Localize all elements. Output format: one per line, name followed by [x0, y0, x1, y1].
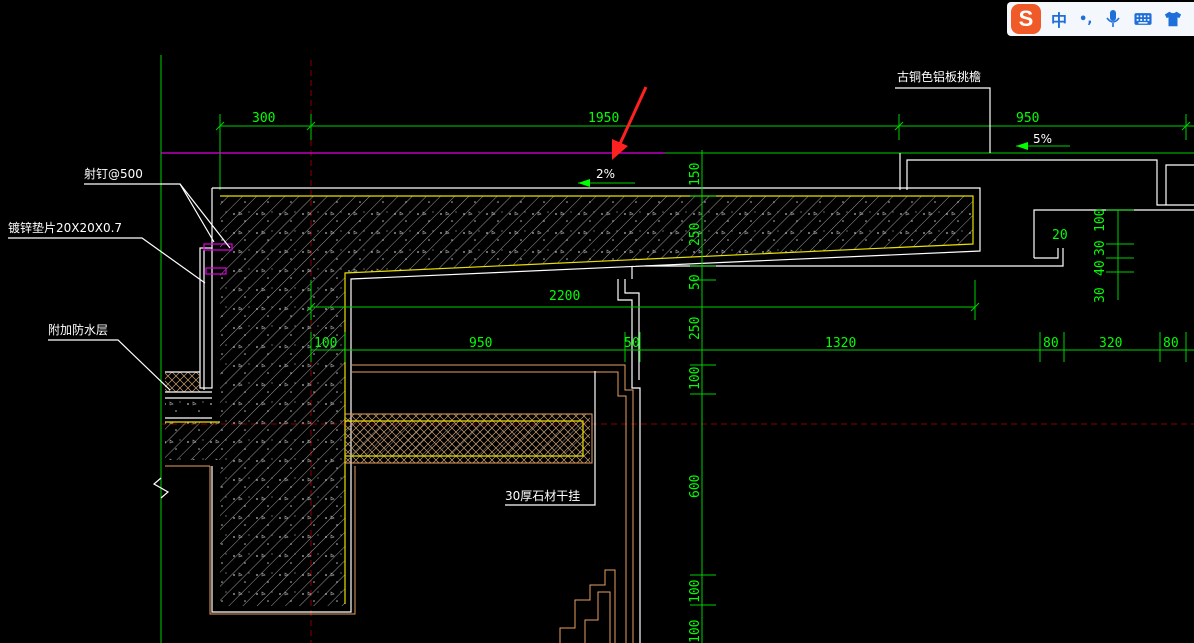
dim-r-40: 40: [1093, 260, 1108, 276]
dim-80-b: 80: [1163, 336, 1179, 351]
top-dimension-line: [215, 114, 1194, 190]
dim-80-a: 80: [1043, 336, 1059, 351]
gutter-slope-label: 5%: [1033, 132, 1052, 146]
dim-r-30b: 30: [1093, 287, 1108, 303]
ime-mode-button[interactable]: 中: [1051, 7, 1067, 31]
ime-punct-button[interactable]: •,: [1079, 12, 1092, 27]
right-dim-chain: [1106, 209, 1134, 300]
roof-slope-label: 2%: [596, 167, 615, 181]
dim-v-250b: 250: [688, 317, 703, 340]
dim-2200: 2200: [549, 289, 580, 304]
dim-r-100: 100: [1093, 209, 1108, 232]
dim-300: 300: [252, 111, 275, 126]
dim-v-100a: 100: [688, 367, 703, 390]
label-nail: 射钉@500: [84, 166, 143, 181]
cad-drawing-canvas[interactable]: 300 1950 950 2200 100 950 50 1320 80 320…: [0, 0, 1194, 643]
roof-slab: [165, 187, 981, 613]
dim-v-250a: 250: [688, 223, 703, 246]
label-stone: 30厚石材干挂: [505, 489, 580, 503]
dim-v-100c: 100: [688, 620, 703, 643]
dim-1320: 1320: [825, 336, 856, 351]
dim-950-row: 950: [469, 336, 492, 351]
dim-50-row: 50: [624, 336, 640, 351]
keyboard-icon[interactable]: [1134, 10, 1152, 28]
dim-v-50: 50: [688, 274, 703, 290]
dim-r-30: 30: [1093, 240, 1108, 256]
dim-100-row: 100: [314, 336, 337, 351]
dim-v-600: 600: [688, 475, 703, 498]
dim-2200-line: [306, 280, 980, 320]
dim-v-100b: 100: [688, 580, 703, 603]
dim-row-line: [310, 332, 1194, 362]
label-waterproof: 附加防水层: [48, 322, 108, 337]
dim-v-150: 150: [688, 163, 703, 186]
dim-950-top: 950: [1016, 111, 1039, 126]
sogou-logo-icon[interactable]: S: [1011, 4, 1041, 34]
label-washer: 镀锌垫片20X20X0.7: [8, 220, 122, 235]
dim-1950: 1950: [588, 111, 619, 126]
label-gutter: 古铜色铝板挑檐: [897, 69, 981, 84]
ime-toolbar[interactable]: S 中 •,: [1007, 2, 1194, 36]
shirt-icon[interactable]: [1164, 10, 1182, 28]
microphone-icon[interactable]: [1104, 10, 1122, 28]
dim-320: 320: [1099, 336, 1122, 351]
stone-cladding-beam: [345, 413, 593, 464]
dim-r-20: 20: [1052, 228, 1068, 243]
